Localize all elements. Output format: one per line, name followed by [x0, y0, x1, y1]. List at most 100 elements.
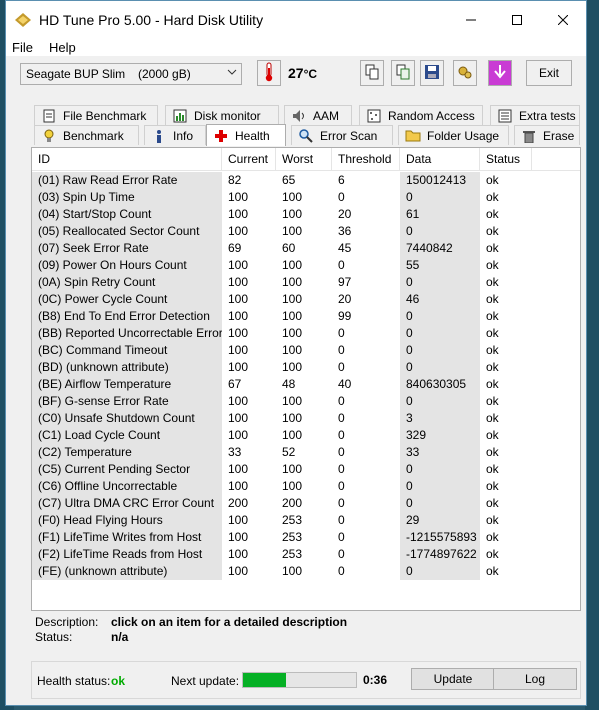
threshold-value: 0: [338, 445, 345, 459]
tab-aam[interactable]: AAM: [284, 105, 352, 125]
download-button[interactable]: [488, 60, 512, 86]
data-value: 0: [400, 495, 480, 512]
copy-all-button[interactable]: [391, 60, 415, 86]
status-value: ok: [486, 564, 499, 578]
menu-help[interactable]: Help: [49, 40, 76, 55]
current-value: 82: [228, 173, 242, 187]
table-row[interactable]: (03) Spin Up Time 100 100 0 0 ok: [32, 189, 580, 206]
options-button[interactable]: [453, 60, 477, 86]
tab-label: Disk monitor: [194, 108, 261, 123]
update-button[interactable]: Update: [411, 668, 495, 690]
threshold-value: 0: [338, 394, 345, 408]
column-header-worst[interactable]: Worst: [276, 148, 332, 170]
disk-monitor-icon: [172, 108, 188, 124]
table-row[interactable]: (BE) Airflow Temperature 67 48 40 840630305 o…: [32, 376, 580, 393]
table-row[interactable]: (BB) Reported Uncorrectable Errors 100 100…: [32, 325, 580, 342]
worst-value: 100: [282, 479, 303, 493]
menu-bar: File Help: [6, 38, 586, 56]
exit-button[interactable]: Exit: [526, 60, 572, 86]
data-value: 840630305: [400, 376, 480, 393]
save-button[interactable]: [420, 60, 444, 86]
copy-all-icon: [395, 64, 411, 83]
threshold-value: 0: [338, 547, 345, 561]
table-row[interactable]: (07) Seek Error Rate 69 60 45 7440842 ok: [32, 240, 580, 257]
info-icon: [151, 128, 167, 144]
copy-icon: [364, 64, 380, 83]
current-value: 100: [228, 207, 249, 221]
current-value: 100: [228, 547, 249, 561]
data-value: 3: [400, 410, 480, 427]
status-value: ok: [486, 428, 499, 442]
log-button[interactable]: Log: [493, 668, 577, 690]
current-value: 100: [228, 258, 249, 272]
table-row[interactable]: (C1) Load Cycle Count 100 100 0 329 ok: [32, 427, 580, 444]
current-value: 200: [228, 496, 249, 510]
tab-extra-tests[interactable]: Extra tests: [490, 105, 580, 125]
table-row[interactable]: (C6) Offline Uncorrectable 100 100 0 0 ok: [32, 478, 580, 495]
column-header-current[interactable]: Current: [222, 148, 276, 170]
data-value: 0: [400, 274, 480, 291]
table-row[interactable]: (01) Raw Read Error Rate 82 65 6 150012413 ok: [32, 172, 580, 189]
table-row[interactable]: (C5) Current Pending Sector 100 100 0 0 ok: [32, 461, 580, 478]
table-row[interactable]: (FE) (unknown attribute) 100 100 0 0 ok: [32, 563, 580, 580]
drive-select[interactable]: Seagate BUP Slim (2000 gB): [20, 63, 242, 85]
status-value: ok: [486, 479, 499, 493]
worst-value: 100: [282, 292, 303, 306]
table-row[interactable]: (BD) (unknown attribute) 100 100 0 0 ok: [32, 359, 580, 376]
column-header-threshold[interactable]: Threshold: [332, 148, 400, 170]
tab-erase[interactable]: Erase: [514, 125, 580, 145]
copy-button[interactable]: [360, 60, 384, 86]
table-row[interactable]: (B8) End To End Error Detection 100 100 99 0…: [32, 308, 580, 325]
tab-folder-usage[interactable]: Folder Usage: [398, 125, 509, 145]
tab-disk-monitor[interactable]: Disk monitor: [165, 105, 279, 125]
threshold-value: 0: [338, 513, 345, 527]
column-header-status[interactable]: Status: [480, 148, 532, 170]
current-value: 100: [228, 360, 249, 374]
table-row[interactable]: (05) Reallocated Sector Count 100 100 36 0 ok: [32, 223, 580, 240]
tab-benchmark[interactable]: Benchmark: [34, 125, 139, 145]
threshold-value: 20: [338, 207, 352, 221]
table-row[interactable]: (F1) LifeTime Writes from Host 100 253 0 -12…: [32, 529, 580, 546]
tab-file-benchmark[interactable]: File Benchmark: [34, 105, 158, 125]
data-value: 0: [400, 342, 480, 359]
attribute-id: (F1) LifeTime Writes from Host: [32, 529, 222, 546]
status-value: ok: [486, 377, 499, 391]
data-value: 55: [400, 257, 480, 274]
table-row[interactable]: (C7) Ultra DMA CRC Error Count 200 200 0 0 ok: [32, 495, 580, 512]
table-row[interactable]: (0C) Power Cycle Count 100 100 20 46 ok: [32, 291, 580, 308]
table-row[interactable]: (04) Start/Stop Count 100 100 20 61 ok: [32, 206, 580, 223]
attribute-id: (BE) Airflow Temperature: [32, 376, 222, 393]
table-row[interactable]: (C0) Unsafe Shutdown Count 100 100 0 3 ok: [32, 410, 580, 427]
close-button[interactable]: [540, 1, 586, 38]
status-value: ok: [486, 411, 499, 425]
thermometer-button[interactable]: [257, 60, 281, 86]
trash-icon: [521, 128, 537, 144]
table-row[interactable]: (BC) Command Timeout 100 100 0 0 ok: [32, 342, 580, 359]
table-row[interactable]: (F2) LifeTime Reads from Host 100 253 0 -177…: [32, 546, 580, 563]
menu-file[interactable]: File: [12, 40, 33, 55]
status-value: n/a: [111, 630, 129, 644]
table-row[interactable]: (C2) Temperature 33 52 0 33 ok: [32, 444, 580, 461]
status-value: ok: [486, 496, 499, 510]
attribute-id: (C7) Ultra DMA CRC Error Count: [32, 495, 222, 512]
magnifier-icon: [298, 128, 314, 144]
table-row[interactable]: (0A) Spin Retry Count 100 100 97 0 ok: [32, 274, 580, 291]
status-value: ok: [486, 394, 499, 408]
next-update-label: Next update:: [171, 674, 240, 688]
minimize-button[interactable]: [448, 1, 494, 38]
data-value: 0: [400, 461, 480, 478]
tab-health[interactable]: Health: [206, 124, 286, 146]
column-header-data[interactable]: Data: [400, 148, 480, 170]
smart-attributes-table[interactable]: ID Current Worst Threshold Data Status (…: [31, 147, 581, 611]
table-row[interactable]: (F0) Head Flying Hours 100 253 0 29 ok: [32, 512, 580, 529]
table-row[interactable]: (BF) G-sense Error Rate 100 100 0 0 ok: [32, 393, 580, 410]
column-header-id[interactable]: ID: [32, 148, 222, 170]
tab-error-scan[interactable]: Error Scan: [291, 125, 393, 145]
table-row[interactable]: (09) Power On Hours Count 100 100 0 55 ok: [32, 257, 580, 274]
current-value: 100: [228, 530, 249, 544]
description-value: click on an item for a detailed descript…: [111, 615, 348, 629]
maximize-button[interactable]: [494, 1, 540, 38]
tab-random-access[interactable]: Random Access: [359, 105, 483, 125]
tab-info[interactable]: Info: [144, 125, 206, 145]
lightbulb-icon: [41, 128, 57, 144]
